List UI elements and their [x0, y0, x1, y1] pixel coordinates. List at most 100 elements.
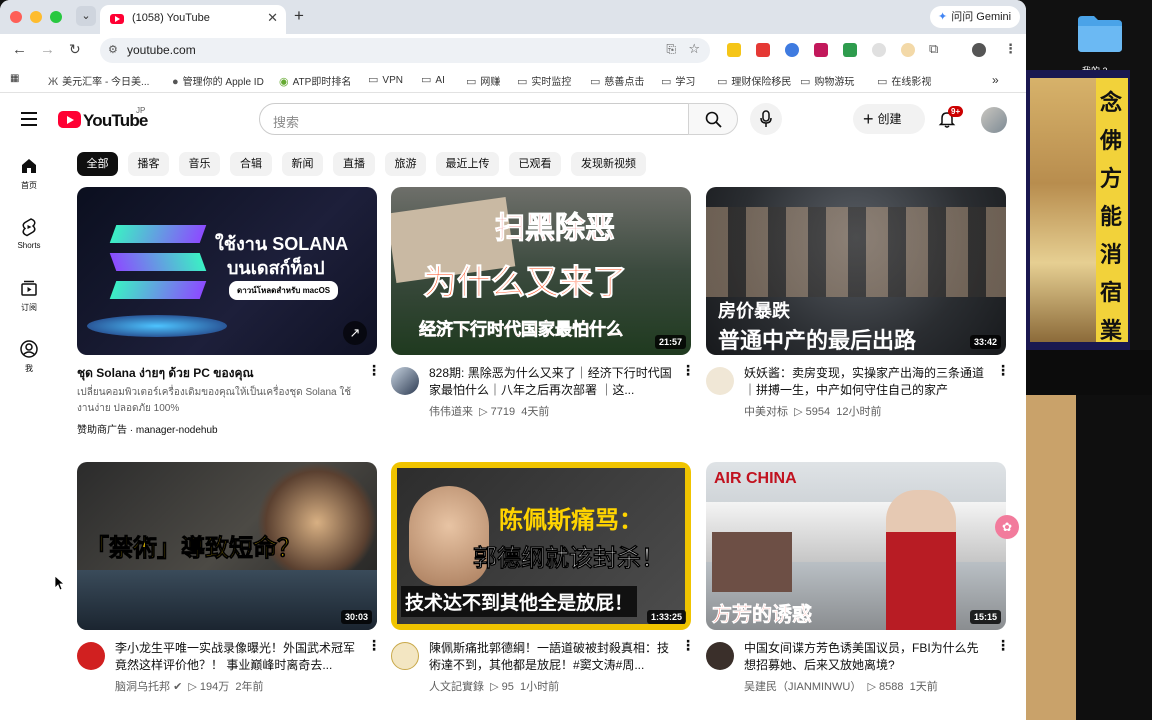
close-tab-icon[interactable]: ✕ — [267, 10, 278, 26]
more-actions-icon[interactable]: ⋮ — [367, 638, 381, 652]
channel-name[interactable]: 吴建民（JIANMINWU） — [744, 681, 861, 693]
profile-icon[interactable] — [972, 43, 986, 57]
video-card[interactable]: AIR CHINA 方芳的诱惑 15:15 中国女间谍方芳色诱美国议员，FBI为… — [706, 462, 1010, 702]
chip-news[interactable]: 新闻 — [282, 152, 323, 176]
browser-menu-icon[interactable]: ⋮ — [1004, 41, 1017, 57]
video-thumbnail[interactable]: ใช้งาน SOLANA บนเดสก์ท็อป ดาวน์โหลดสำหรั… — [77, 187, 377, 355]
more-actions-icon[interactable]: ⋮ — [681, 363, 695, 377]
address-bar[interactable]: ⚙ youtube.com ⎘ ☆ — [100, 38, 710, 63]
more-actions-icon[interactable]: ⋮ — [996, 638, 1010, 652]
extension-5-icon[interactable] — [843, 43, 857, 57]
bookmark-item[interactable]: ● 管理你的 Apple ID — [172, 73, 264, 88]
minimize-window-button[interactable] — [30, 11, 42, 23]
channel-avatar[interactable] — [391, 367, 419, 395]
video-title[interactable]: 妖妖酱：卖房变现，实操家产出海的三条通道｜拼搏一生，中产如何守住自己的家产 — [744, 365, 990, 399]
more-actions-icon[interactable]: ⋮ — [367, 363, 381, 377]
tab-strip: ⌄ (1058) YouTube ✕ + ✦ 问问 Gemini — [0, 0, 1026, 34]
chip-travel[interactable]: 旅游 — [385, 152, 426, 176]
bookmark-folder[interactable]: ▭ AI — [421, 73, 445, 86]
bookmark-folder[interactable]: ▭ 实时监控 — [517, 73, 571, 88]
video-thumbnail[interactable]: 扫黑除恶 为什么又来了 经济下行时代国家最怕什么 21:57 — [391, 187, 691, 355]
video-title[interactable]: 中国女间谍方芳色诱美国议员，FBI为什么先想招募她、后来又放她离境? — [744, 640, 990, 674]
bookmark-star-icon[interactable]: ☆ — [688, 41, 700, 57]
more-actions-icon[interactable]: ⋮ — [681, 638, 695, 652]
search-input[interactable]: 搜索 — [259, 103, 689, 135]
bookmark-folder[interactable]: ▭ 网赚 — [466, 73, 500, 88]
install-app-icon[interactable]: ⎘ — [666, 42, 676, 57]
channel-name[interactable]: 伟伟道来 — [429, 406, 473, 418]
bookmark-folder[interactable]: ▭ 购物游玩 — [800, 73, 854, 88]
video-title[interactable]: 李小龙生平唯一实战录像曝光！外国武术冠军竟然这样评价他？！ 事业巅峰时离奇去..… — [115, 640, 361, 674]
channel-avatar[interactable] — [77, 642, 105, 670]
extension-4-icon[interactable] — [814, 43, 828, 57]
video-card[interactable]: 房价暴跌 普通中产的最后出路 33:42 妖妖酱：卖房变现，实操家产出海的三条通… — [706, 187, 1010, 427]
bookmark-folder[interactable]: ▭ 慈善点击 — [590, 73, 644, 88]
bookmark-item[interactable]: Ж 美元汇率 - 今日美... — [48, 73, 149, 88]
folder-icon: ▭ — [800, 76, 811, 88]
forward-icon[interactable]: → — [40, 41, 55, 58]
tab-search-chevron-icon[interactable]: ⌄ — [76, 6, 96, 26]
ask-gemini-button[interactable]: ✦ 问问 Gemini — [930, 6, 1020, 28]
chip-mixes[interactable]: 合辑 — [230, 152, 272, 176]
video-thumbnail[interactable]: 「禁術」導致短命？ 30:03 — [77, 462, 377, 630]
video-title[interactable]: 陳佩斯痛批郭德綱！一語道破被封殺真相：技術達不到，其他都是放屁！#窦文涛#周..… — [429, 640, 675, 674]
sidebar-item-subscriptions[interactable]: 订阅 — [0, 278, 58, 313]
bookmark-folder[interactable]: ▭ VPN — [368, 73, 403, 86]
extensions-puzzle-icon[interactable]: ⧉ — [929, 41, 938, 57]
tab-youtube[interactable]: (1058) YouTube ✕ — [100, 5, 286, 34]
video-thumbnail[interactable]: 房价暴跌 普通中产的最后出路 33:42 — [706, 187, 1006, 355]
more-bookmarks-icon[interactable]: » — [992, 73, 999, 87]
folder-icon[interactable] — [1076, 14, 1124, 52]
back-icon[interactable]: ← — [12, 41, 27, 58]
bookmark-item[interactable]: ◉ ATP即时排名 — [279, 73, 351, 88]
url-text[interactable]: youtube.com — [127, 43, 196, 57]
extension-2-icon[interactable] — [756, 43, 770, 57]
bookmark-folder[interactable]: ▭ 理财保险移民 — [717, 73, 791, 88]
voice-search-button[interactable] — [750, 103, 782, 135]
channel-name[interactable]: 中美对标 — [744, 406, 788, 418]
channel-name[interactable]: 人文記實錄 — [429, 681, 484, 693]
channel-avatar[interactable] — [391, 642, 419, 670]
video-thumbnail[interactable]: AIR CHINA 方芳的诱惑 15:15 — [706, 462, 1006, 630]
menu-icon[interactable] — [21, 112, 37, 130]
chip-all[interactable]: 全部 — [77, 152, 118, 176]
create-button[interactable]: + 创建 — [853, 104, 925, 134]
new-tab-button[interactable]: + — [294, 6, 304, 26]
extension-7-icon[interactable] — [901, 43, 915, 57]
chip-podcasts[interactable]: 播客 — [128, 152, 169, 176]
bookmark-folder[interactable]: ▭ 学习 — [661, 73, 695, 88]
extension-3-icon[interactable] — [785, 43, 799, 57]
more-actions-icon[interactable]: ⋮ — [996, 363, 1010, 377]
account-avatar[interactable] — [981, 107, 1007, 133]
channel-name[interactable]: 脑洞乌托邦 — [115, 681, 170, 693]
floating-extension-icon[interactable]: ✿ — [995, 515, 1019, 539]
sidebar-item-you[interactable]: 我 — [0, 339, 58, 374]
video-thumbnail[interactable]: 陈佩斯痛骂： 郭德纲就该封杀！ 技术达不到其他全是放屁！ 1:33:25 — [391, 462, 691, 630]
video-card[interactable]: 「禁術」導致短命？ 30:03 李小龙生平唯一实战录像曝光！外国武术冠军竟然这样… — [77, 462, 381, 702]
external-link-icon[interactable]: ↗ — [343, 321, 367, 345]
browser-window: ⌄ (1058) YouTube ✕ + ✦ 问问 Gemini ← → ↻ ⚙ … — [0, 0, 1026, 720]
channel-avatar[interactable] — [706, 642, 734, 670]
chip-recently-uploaded[interactable]: 最近上传 — [436, 152, 499, 176]
extension-1-icon[interactable] — [727, 43, 741, 57]
maximize-window-button[interactable] — [50, 11, 62, 23]
video-card[interactable]: 陈佩斯痛骂： 郭德纲就该封杀！ 技术达不到其他全是放屁！ 1:33:25 陳佩斯… — [391, 462, 695, 702]
site-info-icon[interactable]: ⚙ — [108, 43, 118, 56]
chip-live[interactable]: 直播 — [333, 152, 375, 176]
extension-6-icon[interactable] — [872, 43, 886, 57]
sidebar-item-shorts[interactable]: Shorts — [0, 217, 58, 250]
video-title[interactable]: ชุด Solana ง่ายๆ ด้วย PC ของคุณ — [77, 365, 323, 382]
video-card[interactable]: 扫黑除恶 为什么又来了 经济下行时代国家最怕什么 21:57 828期: 黑除恶… — [391, 187, 695, 427]
chip-music[interactable]: 音乐 — [179, 152, 220, 176]
reload-icon[interactable]: ↻ — [69, 41, 81, 58]
video-title[interactable]: 828期: 黑除恶为什么又来了｜经济下行时代国家最怕什么｜八年之后再次部署 ｜这… — [429, 365, 675, 399]
ad-card[interactable]: ใช้งาน SOLANA บนเดสก์ท็อป ดาวน์โหลดสำหรั… — [77, 187, 381, 437]
chip-watched[interactable]: 已观看 — [509, 152, 561, 176]
channel-avatar[interactable] — [706, 367, 734, 395]
sidebar-item-home[interactable]: 首页 — [0, 156, 58, 191]
bookmark-folder[interactable]: ▭ 在线影视 — [877, 73, 931, 88]
search-button[interactable] — [688, 103, 738, 135]
apps-grid-icon[interactable]: ▦ — [10, 73, 19, 84]
close-window-button[interactable] — [10, 11, 22, 23]
chip-new-to-you[interactable]: 发现新视频 — [571, 152, 646, 176]
